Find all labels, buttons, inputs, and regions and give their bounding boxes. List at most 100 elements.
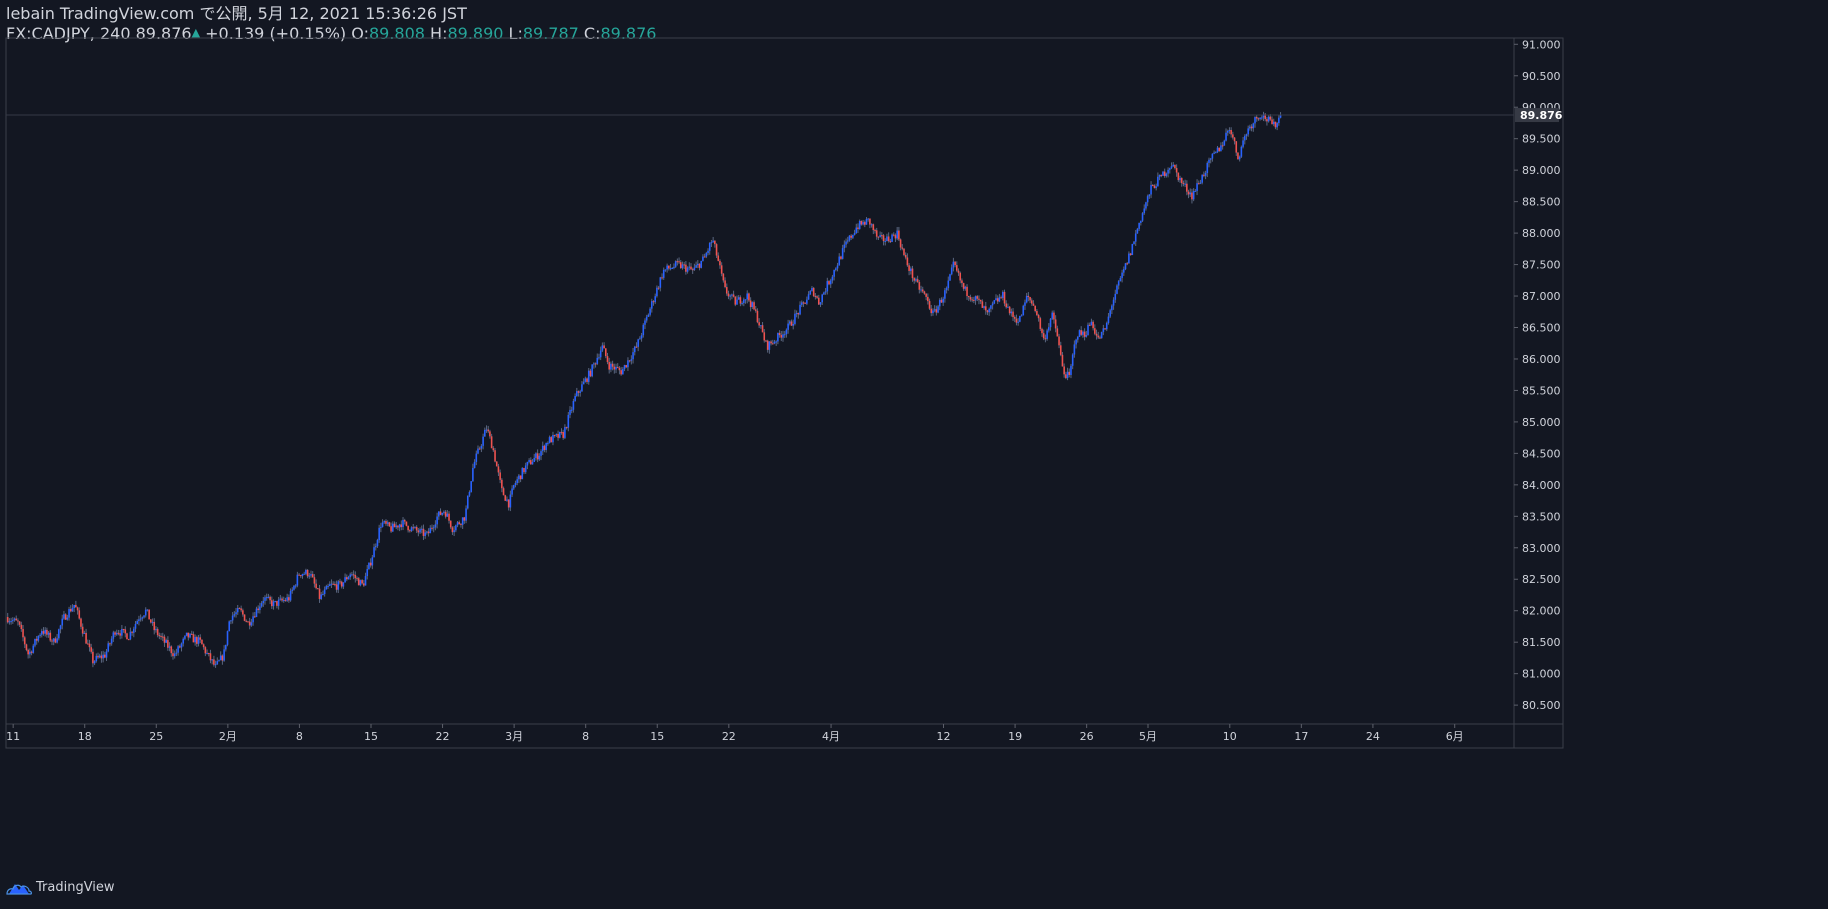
candle-down <box>1039 318 1042 329</box>
candle-down <box>802 302 805 304</box>
candle-down <box>557 433 559 438</box>
candle-up <box>674 261 677 267</box>
candle-up <box>915 279 917 281</box>
candle-up <box>424 532 426 536</box>
candle-down <box>409 530 411 532</box>
candle-down <box>90 647 92 652</box>
candle-up <box>59 625 62 630</box>
time-tick-label: 10 <box>1223 730 1237 743</box>
candle-up <box>1071 354 1074 366</box>
candle-up <box>371 557 374 566</box>
candle-up <box>211 659 213 661</box>
candle-down <box>961 280 963 284</box>
candle-down <box>405 521 408 526</box>
candle-down <box>80 618 82 627</box>
candle-down <box>104 654 106 658</box>
candle-up <box>879 235 881 237</box>
candle-up <box>1107 316 1110 323</box>
candle-down <box>1233 137 1236 142</box>
price-axis[interactable]: 91.00090.50090.00089.50089.00088.50088.0… <box>1514 38 1561 712</box>
candle-up <box>73 604 75 609</box>
candle-up <box>615 366 617 370</box>
candle-down <box>1013 317 1016 319</box>
current-price-label: 89.876 <box>1520 109 1563 122</box>
candle-up <box>301 574 304 576</box>
candle-up <box>373 547 375 558</box>
candle-up <box>1259 117 1261 120</box>
candle-up <box>1220 145 1222 152</box>
candle-up <box>165 640 167 643</box>
candle-up <box>799 304 801 315</box>
candle-up <box>255 608 258 617</box>
candle-up <box>383 521 386 523</box>
candle-up <box>1209 158 1212 160</box>
candle-down <box>288 597 290 601</box>
candle-down <box>739 297 742 304</box>
candle-up <box>541 445 544 452</box>
candle-down <box>1036 311 1038 316</box>
candle-down <box>1104 328 1106 330</box>
candle-up <box>809 290 812 295</box>
candle-down <box>1191 192 1193 200</box>
candle-down <box>1153 185 1156 189</box>
candle-down <box>158 635 161 637</box>
candle-down <box>403 520 406 522</box>
candle-down <box>956 265 958 271</box>
candle-up <box>1146 196 1149 203</box>
candle-down <box>1012 311 1014 318</box>
candle-down <box>156 629 159 636</box>
time-tick-label: 15 <box>364 730 378 743</box>
candle-up <box>1051 312 1054 319</box>
candle-down <box>35 638 38 641</box>
candle-down <box>49 632 52 641</box>
candle-up <box>235 612 237 615</box>
candle-up <box>351 574 353 576</box>
candle-up <box>693 267 696 270</box>
candle-down <box>628 360 631 362</box>
time-axis[interactable]: 11 18 25 2月 8 15 22 3月 8 15 22 4月 12 19 26 5月 10 17 24 6月 <box>6 724 1464 743</box>
candle-up <box>792 323 795 326</box>
candle-up <box>378 527 380 541</box>
candle-up <box>835 268 837 270</box>
candle-down <box>397 525 399 528</box>
candle-down <box>921 289 924 292</box>
candle-down <box>313 577 316 584</box>
candle-up <box>823 292 825 295</box>
candle-up <box>596 357 599 364</box>
candle-down <box>780 335 783 338</box>
candle-down <box>163 636 166 643</box>
candle-up <box>569 409 571 415</box>
candle-down <box>478 448 481 450</box>
candle-up <box>466 495 469 509</box>
candle-down <box>167 640 169 648</box>
candle-up <box>705 253 708 257</box>
candle-up <box>993 300 996 304</box>
candle-down <box>930 308 933 314</box>
candle-up <box>983 306 985 308</box>
candle-down <box>954 261 956 266</box>
price-tick-label: 84.000 <box>1522 479 1561 492</box>
candle-up <box>736 299 738 305</box>
candle-up <box>760 325 762 327</box>
candle-down <box>122 629 125 631</box>
footer: TradingView <box>6 880 115 895</box>
candle-up <box>1105 322 1108 330</box>
candle-up <box>708 242 711 251</box>
candle-down <box>497 466 500 473</box>
candle-down <box>717 255 720 261</box>
candle-down <box>562 432 564 438</box>
candle-down <box>131 631 133 633</box>
candle-down <box>415 526 418 531</box>
candle-down <box>916 279 919 283</box>
candlestick-chart[interactable]: 91.00090.50090.00089.50089.00088.50088.0… <box>0 0 1828 909</box>
candle-down <box>1237 152 1239 160</box>
candle-down <box>306 569 309 577</box>
candle-down <box>898 230 900 240</box>
candle-up <box>110 638 113 644</box>
candle-down <box>927 296 929 302</box>
candle-up <box>1024 302 1026 306</box>
candle-down <box>608 362 610 370</box>
candle-up <box>920 289 922 291</box>
candle-down <box>126 633 128 640</box>
candle-down <box>242 610 244 615</box>
